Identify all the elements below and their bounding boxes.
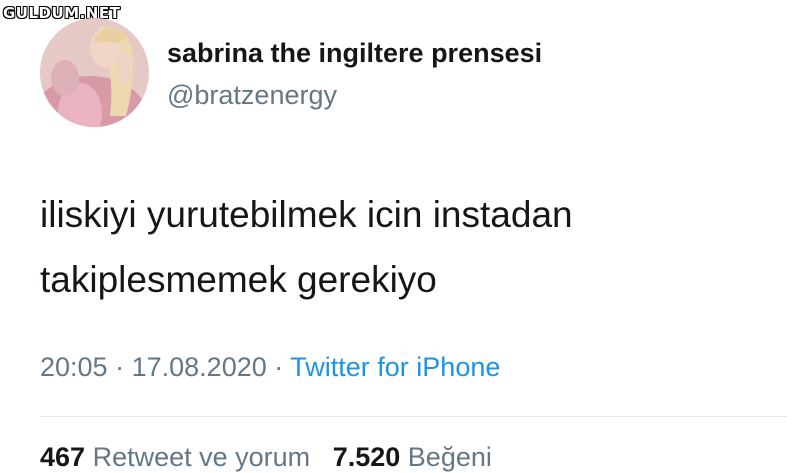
avatar-image xyxy=(40,18,149,127)
tweet-stats: 467 Retweet ve yorum 7.520 Beğeni xyxy=(40,442,492,473)
avatar[interactable] xyxy=(40,18,149,127)
tweet-time[interactable]: 20:05 xyxy=(40,352,108,382)
meta-separator: · xyxy=(115,352,125,382)
likes-label: Beğeni xyxy=(407,442,492,472)
retweets-count: 467 xyxy=(40,442,86,472)
tweet-date[interactable]: 17.08.2020 xyxy=(132,352,267,382)
meta-separator: · xyxy=(274,352,284,382)
tweet-meta: 20:05 · 17.08.2020 · Twitter for iPhone xyxy=(40,352,500,383)
tweet-text-line: takiplesmemek gerekiyo xyxy=(40,259,437,300)
display-name[interactable]: sabrina the ingiltere prensesi xyxy=(167,38,542,69)
tweet-text: iliskiyi yurutebilmek icin instadan taki… xyxy=(40,182,780,312)
divider xyxy=(40,416,787,417)
user-handle[interactable]: @bratzenergy xyxy=(167,80,337,111)
likes-stat[interactable]: 7.520 Beğeni xyxy=(333,442,492,472)
retweets-stat[interactable]: 467 Retweet ve yorum xyxy=(40,442,318,472)
tweet-source-link[interactable]: Twitter for iPhone xyxy=(290,352,500,382)
retweets-label: Retweet ve yorum xyxy=(92,442,311,472)
likes-count: 7.520 xyxy=(332,442,401,472)
tweet-text-line: iliskiyi yurutebilmek icin instadan xyxy=(40,194,573,235)
